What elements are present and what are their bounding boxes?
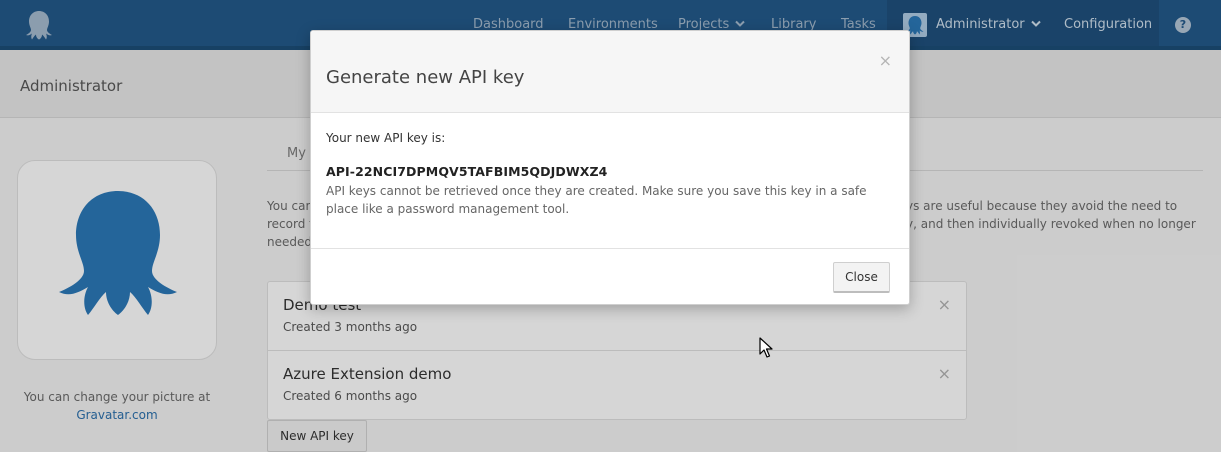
close-icon[interactable]: × <box>879 51 892 70</box>
dialog-body: Your new API key is: API-22NCI7DPMQV5TAF… <box>311 113 909 248</box>
api-key-intro: Your new API key is: <box>326 131 446 145</box>
api-key-warning: API keys cannot be retrieved once they a… <box>326 184 867 216</box>
dialog-title: Generate new API key <box>326 67 525 88</box>
generated-api-key: API-22NCI7DPMQV5TAFBIM5QDJDWXZ4 <box>326 164 608 179</box>
close-button[interactable]: Close <box>833 262 890 293</box>
dialog-header: Generate new API key × <box>311 31 909 113</box>
dialog-footer: Close <box>311 248 909 304</box>
mouse-pointer-icon <box>759 337 773 358</box>
generate-api-key-dialog: Generate new API key × Your new API key … <box>310 30 910 305</box>
